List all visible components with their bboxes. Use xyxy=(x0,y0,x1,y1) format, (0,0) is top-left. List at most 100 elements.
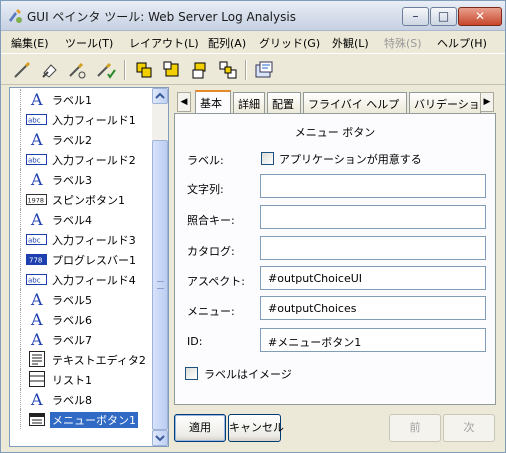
menu-bar: 編集(E) ツール(T) レイアウト(L) 配列(A) グリッド(G) 外観(L… xyxy=(1,32,505,52)
tree-item[interactable]: A ラベル1 xyxy=(10,89,151,109)
tree-item[interactable]: リスト1 xyxy=(10,369,151,389)
toolbar xyxy=(1,53,505,85)
tree-item[interactable]: A ラベル8 xyxy=(10,389,151,409)
scroll-up-button[interactable] xyxy=(152,88,168,104)
label-icon: A xyxy=(26,310,48,329)
tab-basic[interactable]: 基本 xyxy=(195,90,231,114)
tree-item-label: 入力フィールド4 xyxy=(52,274,136,287)
svg-text:A: A xyxy=(30,391,43,407)
tree-connector xyxy=(20,249,21,269)
menu-help[interactable]: ヘルプ(H) xyxy=(437,35,487,51)
tree-item-label: テキストエディタ2 xyxy=(52,354,146,367)
tree-item[interactable]: テキストエディタ2 xyxy=(10,349,151,369)
apply-button[interactable]: 適用 xyxy=(174,414,226,442)
tree-item-label: プログレスバー1 xyxy=(52,254,136,267)
eraser-icon[interactable] xyxy=(39,59,61,81)
tree-item[interactable]: A ラベル3 xyxy=(10,169,151,189)
svg-text:abc: abc xyxy=(28,157,41,165)
property-panel: メニュー ボタン ラベル: アプリケーションが用意する 文字列: 照合キー: カ… xyxy=(174,113,496,405)
chevron-left-icon: ◀ xyxy=(180,97,188,107)
tree-item[interactable]: 1978 スピンボタン1 xyxy=(10,189,151,209)
close-icon: ✕ xyxy=(474,9,486,23)
label-is-image-checkbox[interactable] xyxy=(185,367,198,380)
scroll-thumb[interactable] xyxy=(152,140,168,430)
wand-check-icon[interactable] xyxy=(95,59,117,81)
align-top-left-icon[interactable] xyxy=(133,59,155,81)
tab-flyby-help[interactable]: フライバイ ヘルプ xyxy=(303,92,407,113)
toolbar-separator xyxy=(124,60,126,80)
tree-item[interactable]: abc 入力フィールド4 xyxy=(10,269,151,289)
progress-bar-icon: 778 xyxy=(26,251,48,267)
window-title: GUI ペインタ ツール: Web Server Log Analysis xyxy=(27,10,296,24)
menu-tools[interactable]: ツール(T) xyxy=(65,35,113,51)
minimize-button[interactable]: – xyxy=(402,7,429,26)
cancel-button[interactable]: キャンセル xyxy=(228,414,284,442)
app-provided-checkbox[interactable] xyxy=(261,152,274,165)
minimize-icon: – xyxy=(412,9,419,23)
menu-edit[interactable]: 編集(E) xyxy=(11,35,49,51)
tree-connector xyxy=(20,369,21,389)
lookup-key-field[interactable] xyxy=(260,205,486,229)
tab-scroll-right-button[interactable]: ▶ xyxy=(480,92,494,112)
tree-connector xyxy=(20,309,21,329)
tree-scrollbar[interactable] xyxy=(152,88,168,446)
menu-grid[interactable]: グリッド(G) xyxy=(259,35,320,51)
tree-item-label: リスト1 xyxy=(52,374,92,387)
svg-text:A: A xyxy=(30,91,43,107)
title-bar[interactable]: GUI ペインタ ツール: Web Server Log Analysis – … xyxy=(1,1,505,31)
scroll-down-button[interactable] xyxy=(152,430,168,446)
tree-item-label: ラベル4 xyxy=(52,214,92,227)
tree-item[interactable]: A ラベル6 xyxy=(10,309,151,329)
tab-scroll-left-button[interactable]: ◀ xyxy=(177,92,191,112)
text-editor-icon xyxy=(26,351,48,367)
tree-item-label: ラベル6 xyxy=(52,314,92,327)
wand-multi-icon[interactable] xyxy=(67,59,89,81)
tree-connector xyxy=(20,189,21,209)
menu-special[interactable]: 特殊(S) xyxy=(384,35,422,51)
close-button[interactable]: ✕ xyxy=(458,7,502,26)
tree-item[interactable]: 778 プログレスバー1 xyxy=(10,249,151,269)
tab-details[interactable]: 詳細 xyxy=(233,92,265,113)
tree-item-label: ラベル5 xyxy=(52,294,92,307)
tree-item[interactable]: A ラベル5 xyxy=(10,289,151,309)
input-field-icon: abc xyxy=(26,151,48,167)
component-tree[interactable]: A ラベル1 abc 入力フィールド1 A ラベル2 abc 入力フィールド2 A ラベル3 197… xyxy=(9,87,169,447)
maximize-button[interactable]: □ xyxy=(430,7,457,26)
aspect-field[interactable]: #outputChoiceUI xyxy=(260,266,486,290)
tab-validation[interactable]: バリデーショ xyxy=(409,92,481,113)
tree-item-label: ラベル8 xyxy=(52,394,92,407)
input-field-icon: abc xyxy=(26,111,48,127)
tree-item[interactable]: abc 入力フィールド2 xyxy=(10,149,151,169)
tree-connector xyxy=(20,89,21,109)
align-center-icon[interactable] xyxy=(189,59,211,81)
align-bottom-right-icon[interactable] xyxy=(161,59,183,81)
catalog-field[interactable] xyxy=(260,236,486,260)
label-icon: A xyxy=(26,90,48,109)
string-field[interactable] xyxy=(260,174,486,198)
preview-icon[interactable] xyxy=(253,59,275,81)
tree-item-label: ラベル2 xyxy=(52,134,92,147)
tree-item[interactable]: メニューボタン1 xyxy=(10,409,151,429)
tree-item[interactable]: abc 入力フィールド1 xyxy=(10,109,151,129)
wand-icon[interactable] xyxy=(11,59,33,81)
chevron-up-icon xyxy=(155,92,165,99)
tree-item-label: ラベル7 xyxy=(52,334,92,347)
tree-item[interactable]: abc 入力フィールド3 xyxy=(10,229,151,249)
tree-item[interactable]: A ラベル4 xyxy=(10,209,151,229)
menu-appearance[interactable]: 外観(L) xyxy=(332,35,369,51)
next-button[interactable]: 次 xyxy=(443,414,495,442)
tab-position[interactable]: 配置 xyxy=(267,92,301,113)
id-caption: ID: xyxy=(187,335,203,348)
id-field[interactable]: #メニューボタン1 xyxy=(260,328,486,352)
menu-arrange[interactable]: 配列(A) xyxy=(208,35,246,51)
tree-item[interactable]: A ラベル7 xyxy=(10,329,151,349)
label-icon: A xyxy=(26,290,48,309)
tree-item[interactable]: A ラベル2 xyxy=(10,129,151,149)
align-distribute-icon[interactable] xyxy=(217,59,239,81)
menu-layout[interactable]: レイアウト(L) xyxy=(129,35,199,51)
label-icon: A xyxy=(26,210,48,229)
tree-connector xyxy=(20,209,21,229)
prev-button[interactable]: 前 xyxy=(389,414,441,442)
svg-text:1978: 1978 xyxy=(28,197,45,205)
menu-field[interactable]: #outputChoices xyxy=(260,296,486,320)
